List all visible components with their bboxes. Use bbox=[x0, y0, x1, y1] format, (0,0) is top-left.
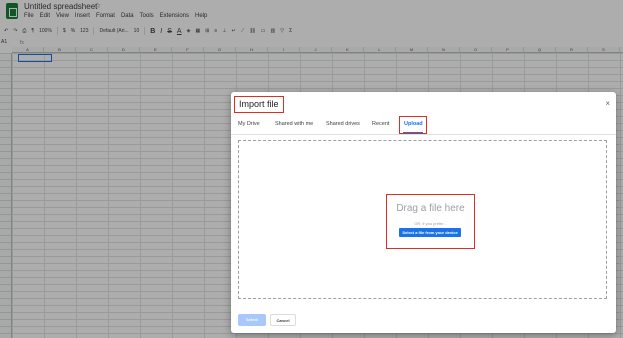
drop-target-highlight: Drag a file here OR, if you prefer... Se… bbox=[386, 194, 475, 249]
select-button[interactable]: Select bbox=[238, 314, 266, 326]
select-file-button[interactable]: Select a file from your device bbox=[399, 228, 461, 237]
import-file-dialog: Import file × My Drive Shared with me Sh… bbox=[231, 92, 616, 333]
tab-my-drive[interactable]: My Drive bbox=[238, 117, 260, 135]
tab-shared-with-me[interactable]: Shared with me bbox=[275, 117, 313, 135]
dialog-title: Import file bbox=[234, 96, 284, 113]
or-text: OR, if you prefer... bbox=[414, 221, 447, 226]
upload-tab-highlight bbox=[399, 116, 427, 134]
upload-dropzone[interactable]: Drag a file here OR, if you prefer... Se… bbox=[238, 140, 607, 299]
tab-recent[interactable]: Recent bbox=[372, 117, 389, 135]
close-icon[interactable]: × bbox=[605, 99, 610, 108]
cancel-button[interactable]: Cancel bbox=[270, 314, 296, 326]
drag-file-text: Drag a file here bbox=[396, 203, 465, 214]
tab-shared-drives[interactable]: Shared drives bbox=[326, 117, 360, 135]
